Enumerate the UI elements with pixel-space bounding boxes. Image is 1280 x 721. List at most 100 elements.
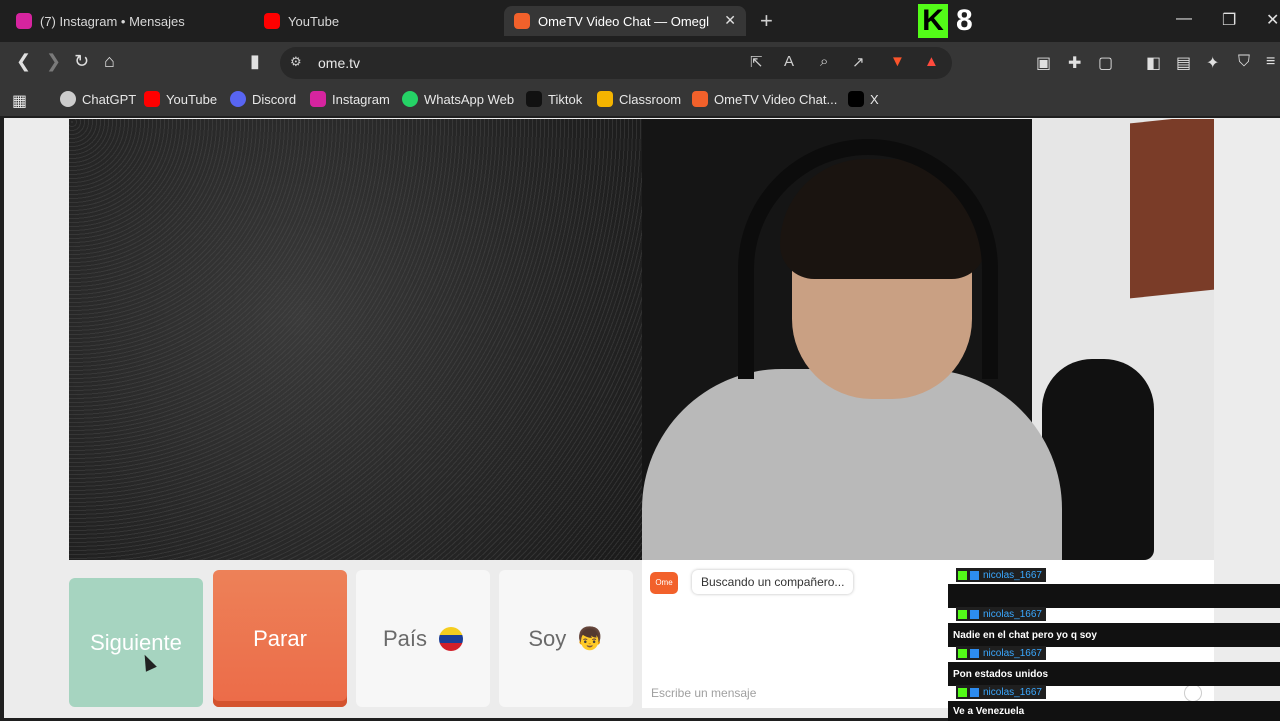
- video-static: [69, 119, 642, 560]
- bookmark-ometv[interactable]: OmeTV Video Chat...: [692, 91, 837, 107]
- open-external-icon[interactable]: ⇱: [750, 53, 763, 71]
- tiktok-icon: [526, 91, 542, 107]
- tab-title: (7) Instagram • Mensajes: [40, 13, 185, 29]
- bookmark-label: Instagram: [332, 91, 390, 107]
- bookmark-classroom[interactable]: Classroom: [597, 91, 681, 107]
- address-bar[interactable]: ⚙ ome.tv ⇱ A ⌕ ↗ ▼ ▲: [280, 47, 952, 79]
- reload-icon[interactable]: ↻: [74, 51, 89, 72]
- screenshot-icon[interactable]: ▢: [1098, 53, 1113, 73]
- chat-text: Ve a Venezuela: [948, 701, 1280, 721]
- vpn-icon[interactable]: ⛉: [1238, 53, 1250, 71]
- kick-icon: [958, 648, 967, 658]
- bookmark-chatgpt[interactable]: ChatGPT: [60, 91, 136, 107]
- badge-icon: [970, 570, 979, 580]
- home-icon[interactable]: ⌂: [104, 51, 115, 72]
- bookmark-whatsapp[interactable]: WhatsApp Web: [402, 91, 514, 107]
- extension-icon[interactable]: ▣: [1036, 53, 1051, 73]
- chat-user-tag: nicolas_1667: [956, 568, 1046, 582]
- bookmark-label: WhatsApp Web: [424, 91, 515, 107]
- apps-icon[interactable]: ▦: [12, 91, 27, 111]
- tab-bar: (7) Instagram • Mensajes YouTube OmeTV V…: [0, 0, 1280, 42]
- bookmark-youtube[interactable]: YouTube: [144, 91, 217, 107]
- stream-chat-overlay: nicolas_1667 nicolas_1667 Nadie en el ch…: [948, 560, 1280, 721]
- kick-icon: [958, 570, 967, 580]
- chat-user-tag: nicolas_1667: [956, 685, 1046, 699]
- poster: [1130, 119, 1214, 299]
- share-icon[interactable]: ↗: [852, 53, 865, 71]
- maximize-button[interactable]: ❐: [1222, 10, 1236, 30]
- tab-title: OmeTV Video Chat — Omegl: [538, 13, 709, 29]
- back-icon[interactable]: ❮: [16, 51, 31, 72]
- stop-button-label: Parar: [253, 625, 307, 651]
- bookmark-icon[interactable]: ▮: [250, 51, 260, 72]
- zoom-icon[interactable]: ⌕: [820, 53, 828, 70]
- bookmark-x[interactable]: X: [848, 91, 879, 107]
- translate-icon[interactable]: A: [784, 53, 794, 70]
- country-button[interactable]: País: [356, 570, 490, 707]
- gender-button-label: Soy: [528, 625, 567, 651]
- forward-icon[interactable]: ❯: [46, 51, 61, 72]
- url-text[interactable]: ome.tv: [318, 55, 360, 71]
- instagram-icon: [16, 13, 32, 29]
- country-button-label: País: [382, 625, 428, 651]
- wallet-icon[interactable]: ▤: [1176, 53, 1191, 73]
- extensions-puzzle-icon[interactable]: ✚: [1068, 53, 1081, 73]
- bookmark-label: OmeTV Video Chat...: [714, 91, 838, 107]
- site-info-icon[interactable]: ⚙: [290, 54, 302, 70]
- bookmark-discord[interactable]: Discord: [230, 91, 296, 107]
- sidebar-icon[interactable]: ◧: [1146, 53, 1161, 73]
- next-button[interactable]: Siguiente: [69, 578, 203, 707]
- ometv-icon: [514, 13, 530, 29]
- bookmark-instagram[interactable]: Instagram: [310, 91, 390, 107]
- person-shirt: [642, 369, 1062, 560]
- bookmark-tiktok[interactable]: Tiktok: [526, 91, 582, 107]
- chat-user-tag: nicolas_1667: [956, 646, 1046, 660]
- bookmark-label: X: [870, 91, 879, 107]
- minimize-button[interactable]: —: [1176, 10, 1192, 28]
- instagram-icon: [310, 91, 326, 107]
- chat-status: Buscando un compañero...: [692, 570, 854, 594]
- classroom-icon: [597, 91, 613, 107]
- bookmark-label: YouTube: [166, 91, 218, 107]
- tab-ometv[interactable]: OmeTV Video Chat — Omegl ✕: [504, 6, 746, 36]
- kick-icon: [958, 609, 967, 619]
- next-button-label: Siguiente: [90, 629, 182, 655]
- chat-username: nicolas_1667: [983, 686, 1042, 698]
- stop-button[interactable]: Parar: [213, 570, 347, 707]
- ometv-icon: [692, 91, 708, 107]
- bookmark-label: ChatGPT: [82, 91, 137, 107]
- discord-icon: [230, 91, 246, 107]
- chat-username: nicolas_1667: [983, 569, 1042, 581]
- chatgpt-icon: [60, 91, 76, 107]
- ometv-logo-icon: Ome: [650, 572, 678, 594]
- tab-instagram[interactable]: (7) Instagram • Mensajes: [6, 6, 250, 36]
- leo-ai-icon[interactable]: ✦: [1206, 53, 1219, 73]
- brave-rewards-icon[interactable]: ▲: [924, 53, 939, 70]
- bookmark-label: Tiktok: [548, 91, 583, 107]
- badge-icon: [970, 687, 979, 697]
- kick-icon: [958, 687, 967, 697]
- youtube-icon: [144, 91, 160, 107]
- headphones: [738, 139, 998, 379]
- gender-button[interactable]: Soy 👦: [499, 570, 633, 707]
- tab-title: YouTube: [288, 13, 340, 29]
- youtube-icon: [264, 13, 280, 29]
- kick-badge: K 8: [918, 2, 982, 40]
- tab-youtube[interactable]: YouTube: [254, 6, 498, 36]
- close-icon[interactable]: ✕: [724, 12, 736, 29]
- chat-text: [948, 584, 1280, 608]
- new-tab-button[interactable]: +: [760, 8, 773, 34]
- chat-text: Pon estados unidos: [948, 662, 1280, 686]
- close-window-button[interactable]: ✕: [1266, 10, 1279, 30]
- brave-shield-icon[interactable]: ▼: [890, 53, 905, 70]
- venezuela-flag-icon: [439, 626, 464, 651]
- boy-icon: 👦: [576, 625, 604, 651]
- message-input[interactable]: Escribe un mensaje: [651, 686, 756, 700]
- chat-text: Nadie en el chat pero yo q soy: [948, 623, 1280, 647]
- toolbar: ❮ ❯ ↻ ⌂ ▮ ⚙ ome.tv ⇱ A ⌕ ↗ ▼ ▲ ▣ ✚ ▢ ◧ ▤…: [0, 42, 1280, 84]
- menu-icon[interactable]: ≡: [1266, 53, 1275, 71]
- bookmarks-bar: ▦ ChatGPT YouTube Discord Instagram What…: [0, 84, 1280, 116]
- remote-video: [69, 119, 642, 560]
- chat-username: nicolas_1667: [983, 647, 1042, 659]
- badge-icon: [970, 648, 979, 658]
